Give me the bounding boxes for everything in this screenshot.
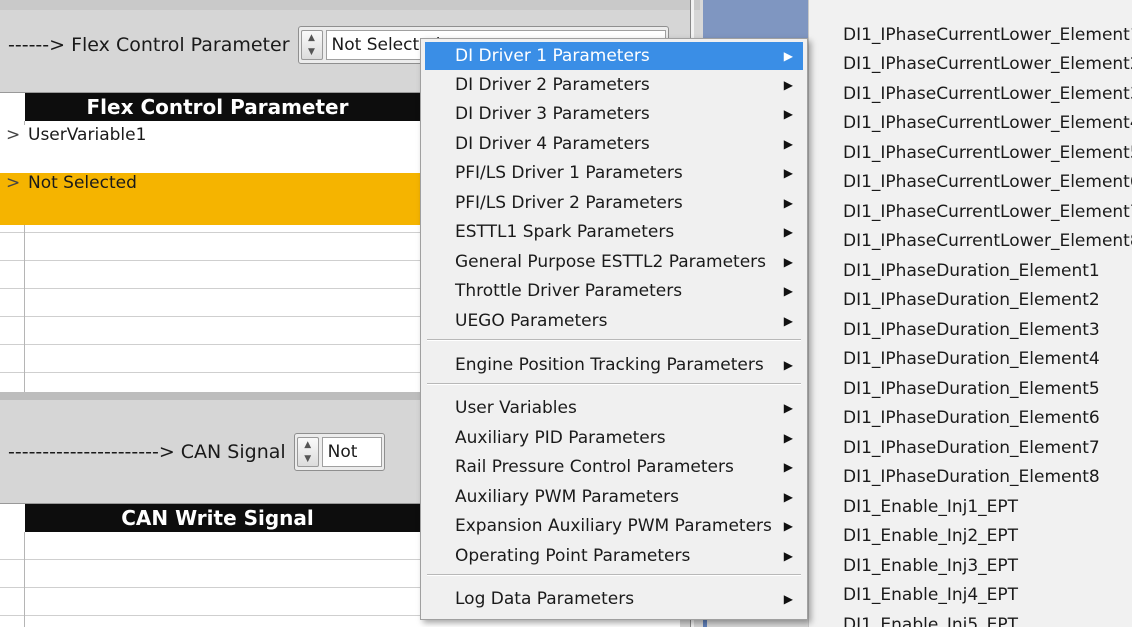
menu-item-label: DI Driver 1 Parameters [455,46,650,66]
menu-item-label: Engine Position Tracking Parameters [455,355,764,375]
menu-item-label: Throttle Driver Parameters [455,281,683,301]
submenu-arrow-icon: ▶ [783,431,793,445]
menu-item[interactable]: Engine Position Tracking Parameters ▶ [425,351,803,379]
submenu-arrow-icon: ▶ [783,166,793,180]
submenu-item[interactable]: DI1_IPhaseDuration_Element3 [843,315,1100,345]
menu-item-label: Expansion Auxiliary PWM Parameters [455,516,772,536]
menu-item-label: DI Driver 4 Parameters [455,134,650,154]
up-down-spinner-icon[interactable]: ▲ ▼ [300,30,323,60]
submenu-item[interactable]: DI1_Enable_Inj5_EPT [843,610,1018,627]
menu-item[interactable]: Log Data Parameters ▶ [425,585,803,613]
submenu-item[interactable]: DI1_IPhaseCurrentLower_Element2 [843,50,1132,80]
menu-item-label: DI Driver 3 Parameters [455,104,650,124]
menu-separator [427,383,801,385]
menu-item-label: Auxiliary PWM Parameters [455,487,679,507]
submenu-di-driver-1: DI1_IPhaseCurrentLower_Element1 DI1_IPhas… [808,0,1132,627]
menu-item[interactable]: User Variables ▶ [425,394,803,422]
menu-item[interactable]: DI Driver 1 Parameters ▶ [425,42,803,70]
can-signal-select[interactable]: Not [321,437,382,467]
submenu-arrow-icon: ▶ [783,592,793,606]
can-signal-label: ----------------------> CAN Signal [8,441,286,463]
row-marker: > [6,125,21,145]
submenu-item[interactable]: DI1_IPhaseCurrentLower_Element1 [843,20,1132,50]
submenu-arrow-icon: ▶ [783,284,793,298]
row-marker: > [6,173,21,193]
menu-item[interactable]: Throttle Driver Parameters ▶ [425,277,803,305]
top-border-strip [0,0,700,10]
submenu-arrow-icon: ▶ [783,401,793,415]
submenu-item[interactable]: DI1_IPhaseDuration_Element5 [843,374,1100,404]
submenu-item[interactable]: DI1_IPhaseDuration_Element1 [843,256,1100,286]
menu-item[interactable]: DI Driver 2 Parameters ▶ [425,71,803,99]
up-down-spinner-icon[interactable]: ▲ ▼ [296,437,319,467]
menu-separator [427,574,801,576]
menu-item-label: Rail Pressure Control Parameters [455,457,734,477]
submenu-item[interactable]: DI1_IPhaseCurrentLower_Element4 [843,109,1132,139]
submenu-arrow-icon: ▶ [783,107,793,121]
submenu-item[interactable]: DI1_IPhaseDuration_Element7 [843,433,1100,463]
menu-item[interactable]: Operating Point Parameters ▶ [425,542,803,570]
menu-item[interactable]: PFI/LS Driver 1 Parameters ▶ [425,159,803,187]
submenu-item[interactable]: DI1_Enable_Inj3_EPT [843,551,1018,581]
submenu-arrow-icon: ▶ [783,225,793,239]
menu-item-label: Operating Point Parameters [455,546,691,566]
menu-item[interactable]: Auxiliary PWM Parameters ▶ [425,483,803,511]
menu-item-label: PFI/LS Driver 1 Parameters [455,163,683,183]
submenu-item[interactable]: DI1_Enable_Inj1_EPT [843,492,1018,522]
submenu-arrow-icon: ▶ [783,460,793,474]
can-signal-selector[interactable]: ▲ ▼ Not [293,433,385,471]
submenu-item[interactable]: DI1_IPhaseCurrentLower_Element5 [843,138,1132,168]
flex-control-param-label: ------> Flex Control Parameter [8,34,290,56]
submenu-item[interactable]: DI1_IPhaseCurrentLower_Element7 [843,197,1132,227]
menu-item-label: ESTTL1 Spark Parameters [455,222,675,242]
menu-item[interactable]: DI Driver 4 Parameters ▶ [425,130,803,158]
submenu-item[interactable]: DI1_Enable_Inj4_EPT [843,581,1018,611]
menu-item-label: PFI/LS Driver 2 Parameters [455,193,683,213]
submenu-arrow-icon: ▶ [783,49,793,63]
submenu-item[interactable]: DI1_Enable_Inj2_EPT [843,522,1018,552]
submenu-item[interactable]: DI1_IPhaseDuration_Element6 [843,404,1100,434]
submenu-item[interactable]: DI1_IPhaseDuration_Element2 [843,286,1100,316]
submenu-item[interactable]: DI1_IPhaseCurrentLower_Element8 [843,227,1132,257]
menu-item[interactable]: General Purpose ESTTL2 Parameters ▶ [425,248,803,276]
menu-item-label: General Purpose ESTTL2 Parameters [455,252,767,272]
submenu-arrow-icon: ▶ [783,549,793,563]
menu-item-label: UEGO Parameters [455,311,608,331]
submenu-arrow-icon: ▶ [783,78,793,92]
submenu-arrow-icon: ▶ [783,358,793,372]
menu-item[interactable]: PFI/LS Driver 2 Parameters ▶ [425,189,803,217]
parameter-context-menu: DI Driver 1 Parameters ▶ DI Driver 2 Param… [420,38,808,620]
menu-item[interactable]: Rail Pressure Control Parameters ▶ [425,453,803,481]
menu-item[interactable]: ESTTL1 Spark Parameters ▶ [425,218,803,246]
submenu-arrow-icon: ▶ [783,196,793,210]
submenu-arrow-icon: ▶ [783,137,793,151]
submenu-item[interactable]: DI1_IPhaseDuration_Element4 [843,345,1100,375]
row-label: UserVariable1 [28,125,147,145]
can-signal-param-row: ----------------------> CAN Signal ▲ ▼ No… [8,425,385,479]
menu-item-label: DI Driver 2 Parameters [455,75,650,95]
submenu-arrow-icon: ▶ [783,519,793,533]
submenu-arrow-icon: ▶ [783,255,793,269]
submenu-arrow-icon: ▶ [783,490,793,504]
row-label: Not Selected [28,173,137,193]
menu-item[interactable]: Auxiliary PID Parameters ▶ [425,424,803,452]
menu-item[interactable]: UEGO Parameters ▶ [425,307,803,335]
submenu-item[interactable]: DI1_IPhaseCurrentLower_Element3 [843,79,1132,109]
menu-item[interactable]: DI Driver 3 Parameters ▶ [425,100,803,128]
menu-separator [427,339,801,341]
menu-item[interactable]: Expansion Auxiliary PWM Parameters ▶ [425,512,803,540]
submenu-arrow-icon: ▶ [783,314,793,328]
menu-item-label: User Variables [455,398,577,418]
menu-item-label: Auxiliary PID Parameters [455,428,666,448]
submenu-item[interactable]: DI1_IPhaseDuration_Element8 [843,463,1100,493]
submenu-item[interactable]: DI1_IPhaseCurrentLower_Element6 [843,168,1132,198]
menu-item-label: Log Data Parameters [455,589,635,609]
table-gutter [24,532,25,627]
